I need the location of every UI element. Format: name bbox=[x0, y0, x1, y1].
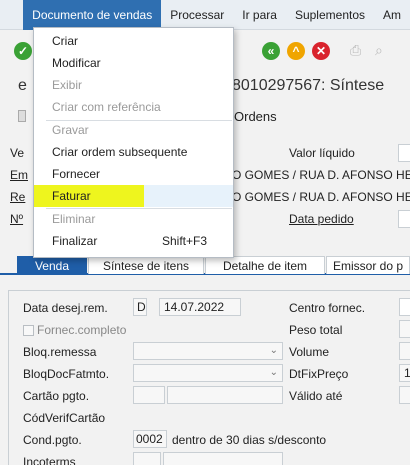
valido-ate-field[interactable] bbox=[399, 386, 410, 404]
tab-emissor[interactable]: Emissor do p bbox=[326, 256, 410, 274]
page-title: 8010297567: Síntese bbox=[232, 77, 385, 94]
cartao-pgto-label: Cartão pgto. bbox=[23, 389, 90, 403]
menu-item-criar-ordem-subsequente[interactable]: Criar ordem subsequente bbox=[34, 141, 233, 163]
header-label-numero: Nº bbox=[10, 212, 24, 226]
ordens-button[interactable]: Ordens bbox=[234, 109, 277, 124]
volume-label: Volume bbox=[289, 345, 330, 359]
tab-sintese-de-itens[interactable]: Síntese de itens bbox=[88, 256, 204, 274]
header-label-emissor: Em bbox=[10, 168, 28, 182]
valor-liquido-label: Valor líquido bbox=[289, 146, 355, 160]
menu-shortcut-finalizar: Shift+F3 bbox=[161, 234, 207, 248]
peso-total-field[interactable] bbox=[399, 320, 410, 338]
cancel-icon[interactable]: ✕ bbox=[312, 42, 330, 60]
fornec-completo-checkbox[interactable] bbox=[23, 325, 34, 336]
menu-item-faturar[interactable]: Faturar bbox=[34, 185, 233, 207]
bloq-remessa-select[interactable]: ⌄ bbox=[133, 342, 283, 360]
data-desej-rem-label: Data desej.rem. bbox=[23, 301, 108, 315]
menu-item-modificar[interactable]: Modificar bbox=[34, 52, 233, 74]
venda-panel: Data desej.rem. D 14.07.2022 Centro forn… bbox=[8, 290, 410, 465]
cond-pgto-field[interactable]: 0002 bbox=[133, 430, 167, 448]
tab-venda[interactable]: Venda bbox=[17, 256, 87, 274]
dt-fix-preco-label: DtFixPreço bbox=[289, 367, 349, 381]
menu-item-fornecer[interactable]: Fornecer bbox=[34, 163, 233, 185]
header-label-ve: Ve bbox=[10, 146, 25, 160]
chevron-down-icon: ⌄ bbox=[269, 345, 278, 356]
menu-item-eliminar[interactable]: Eliminar bbox=[34, 208, 233, 230]
bloq-doc-fatmto-label: BloqDocFatmto. bbox=[23, 367, 110, 381]
print-icon[interactable]: ⎙ bbox=[350, 42, 366, 58]
menu-documento-de-vendas[interactable]: Documento de vendas bbox=[23, 0, 162, 30]
menu-item-finalizar[interactable]: Finalizar Shift+F3 bbox=[34, 230, 233, 252]
data-desej-type-field[interactable]: D bbox=[133, 298, 147, 316]
menu-suplementos[interactable]: Suplementos bbox=[286, 0, 374, 30]
centro-fornec-field[interactable] bbox=[399, 298, 410, 316]
emissor-value: O GOMES / RUA D. AFONSO HE bbox=[232, 168, 410, 182]
cod-verif-cartao-label: CódVerifCartão bbox=[23, 411, 106, 425]
menu-item-criar-com-referencia[interactable]: Criar com referência bbox=[34, 96, 233, 118]
centro-fornec-label: Centro fornec. bbox=[289, 301, 366, 315]
data-pedido-field[interactable] bbox=[398, 210, 410, 228]
tab-strip: Venda Síntese de itens Detalhe de item E… bbox=[0, 256, 410, 275]
menu-item-criar[interactable]: Criar bbox=[34, 30, 233, 52]
back-icon[interactable]: « bbox=[262, 42, 280, 60]
page-title-left: e bbox=[18, 77, 27, 94]
menu-system[interactable] bbox=[0, 0, 23, 30]
valido-ate-label: Válido até bbox=[289, 389, 343, 403]
documento-de-vendas-menu: Criar Modificar Exibir Criar com referên… bbox=[33, 27, 234, 258]
incoterms-location-field[interactable] bbox=[163, 452, 283, 465]
cond-pgto-description: dentro de 30 dias s/desconto bbox=[172, 433, 327, 447]
dt-fix-preco-field[interactable]: 1 bbox=[399, 364, 410, 382]
find-icon[interactable]: ⌕ bbox=[375, 42, 391, 58]
bloq-doc-fatmto-select[interactable]: ⌄ bbox=[133, 364, 283, 382]
fornec-completo-label: Fornec.completo bbox=[37, 323, 127, 337]
peso-total-label: Peso total bbox=[289, 323, 343, 337]
cartao-pgto-field[interactable] bbox=[167, 386, 283, 404]
incoterms-field[interactable] bbox=[133, 452, 161, 465]
recebedor-value: O GOMES / RUA D. AFONSO HE bbox=[232, 190, 410, 204]
header-label-recebedor: Re bbox=[10, 190, 26, 204]
tab-detalhe-de-item[interactable]: Detalhe de item bbox=[205, 256, 325, 274]
menu-ambiente[interactable]: Am bbox=[374, 0, 410, 30]
chevron-down-icon: ⌄ bbox=[269, 367, 278, 378]
data-desej-rem-field[interactable]: 14.07.2022 bbox=[159, 298, 241, 316]
cartao-pgto-type-field[interactable] bbox=[133, 386, 165, 404]
valor-liquido-field[interactable] bbox=[398, 144, 410, 162]
data-pedido-label: Data pedido bbox=[289, 212, 354, 226]
document-icon[interactable] bbox=[18, 110, 26, 122]
menu-processar[interactable]: Processar bbox=[161, 0, 233, 30]
menu-item-gravar[interactable]: Gravar bbox=[34, 119, 233, 141]
enter-check-icon[interactable]: ✓ bbox=[14, 42, 32, 60]
menu-bar: Documento de vendas Processar Ir para Su… bbox=[0, 0, 410, 30]
menu-ir-para[interactable]: Ir para bbox=[233, 0, 286, 30]
menu-item-exibir[interactable]: Exibir bbox=[34, 74, 233, 96]
incoterms-label: Incoterms bbox=[23, 455, 76, 465]
cond-pgto-label: Cond.pgto. bbox=[23, 433, 82, 447]
volume-field[interactable] bbox=[399, 342, 410, 360]
bloq-remessa-label: Bloq.remessa bbox=[23, 345, 97, 359]
exit-icon[interactable]: ^ bbox=[287, 42, 305, 60]
